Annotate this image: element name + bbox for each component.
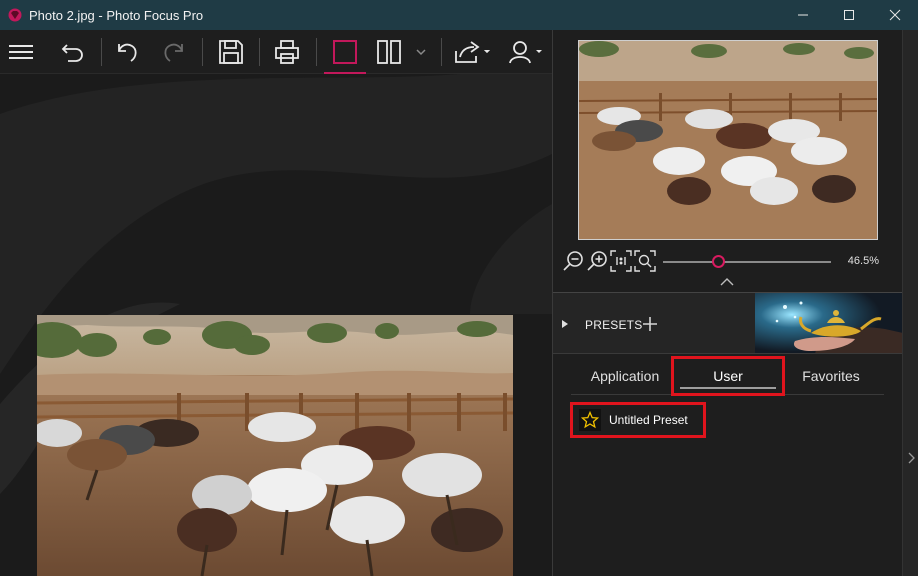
collapse-presets-icon[interactable] (562, 320, 568, 328)
navigator-thumbnail[interactable] (578, 40, 878, 240)
main-toolbar (0, 30, 552, 74)
zoom-in-icon[interactable] (587, 250, 609, 272)
account-icon (509, 41, 542, 64)
image-canvas[interactable] (0, 74, 552, 576)
redo-icon (164, 43, 183, 62)
minimize-button[interactable] (780, 0, 826, 30)
menu-button[interactable] (4, 30, 38, 74)
tab-favorites[interactable]: Favorites (787, 359, 875, 393)
collapse-navigator-icon[interactable] (720, 277, 734, 287)
horses-photo (37, 315, 513, 576)
presets-title: PRESETS (585, 318, 643, 332)
compare-view-dropdown[interactable] (413, 30, 429, 74)
save-button[interactable] (214, 30, 248, 74)
navigator-photo (579, 41, 877, 239)
maximize-icon (844, 10, 854, 20)
print-icon (275, 40, 299, 64)
right-panel: 46.5% PRESETS Application User Favorites… (552, 30, 903, 576)
undo-button[interactable] (111, 30, 145, 74)
share-button[interactable] (450, 30, 494, 74)
close-button[interactable] (872, 0, 918, 30)
magic-lamp-banner (755, 293, 903, 353)
main-photo[interactable] (37, 315, 513, 576)
zoom-out-icon[interactable] (563, 250, 585, 272)
add-preset-icon[interactable] (642, 316, 658, 332)
compare-view-icon (377, 40, 401, 64)
app-logo-icon (8, 8, 22, 22)
share-icon (455, 41, 490, 63)
print-button[interactable] (270, 30, 304, 74)
compare-view-button[interactable] (372, 30, 406, 74)
single-view-icon (333, 40, 357, 64)
minimize-icon (798, 14, 808, 16)
presets-header: PRESETS (553, 292, 903, 354)
window-title: Photo 2.jpg - Photo Focus Pro (29, 7, 204, 23)
undo-history-icon (61, 44, 83, 62)
save-icon (219, 40, 243, 64)
undo-history-button[interactable] (56, 30, 90, 74)
chevron-down-icon (416, 49, 426, 56)
zoom-slider-track[interactable] (663, 261, 831, 263)
zoom-value: 46.5% (847, 255, 879, 267)
preset-highlight (570, 402, 706, 438)
close-icon (889, 9, 901, 21)
single-view-button[interactable] (322, 30, 368, 74)
zoom-controls: 46.5% (563, 250, 893, 274)
chevron-right-icon (908, 452, 915, 464)
user-tab-highlight (671, 356, 785, 396)
maximize-button[interactable] (826, 0, 872, 30)
account-button[interactable] (506, 30, 546, 74)
zoom-slider-thumb[interactable] (711, 255, 725, 268)
panel-expand-strip[interactable] (902, 30, 918, 576)
menu-icon (9, 45, 33, 59)
tab-application[interactable]: Application (579, 359, 671, 393)
fit-to-window-icon[interactable] (634, 250, 656, 272)
redo-button[interactable] (156, 30, 190, 74)
actual-size-icon[interactable] (610, 250, 632, 272)
undo-icon (118, 43, 137, 62)
app-window: Photo 2.jpg - Photo Focus Pro 46.5% PRES… (0, 0, 918, 576)
title-bar: Photo 2.jpg - Photo Focus Pro (0, 0, 918, 30)
